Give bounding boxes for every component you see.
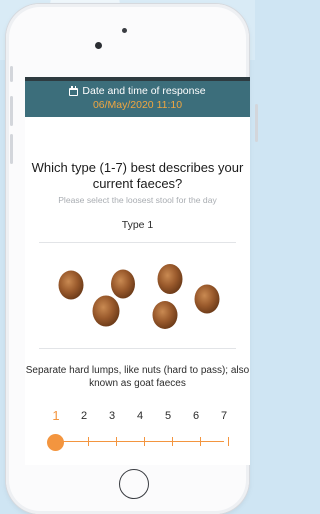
response-datetime: 06/May/2020 11:10 <box>92 99 183 111</box>
scale-option-6[interactable]: 6 <box>189 410 203 422</box>
mute-switch <box>10 66 13 82</box>
slider-tick <box>88 437 90 446</box>
slider-tick <box>144 437 146 446</box>
front-camera <box>95 42 102 49</box>
scale-option-4[interactable]: 4 <box>133 410 147 422</box>
response-datetime-banner: Date and time of response 06/May/2020 11… <box>25 77 250 117</box>
question-hint: Please select the loosest stool for the … <box>58 195 217 205</box>
stool-lump <box>111 269 135 299</box>
slider-tick <box>172 437 174 446</box>
type-description: Separate hard lumps, like nuts (hard to … <box>25 365 250 389</box>
divider <box>39 242 236 243</box>
home-button[interactable] <box>119 469 149 499</box>
stool-type-illustration <box>58 264 220 329</box>
phone-frame: Date and time of response 06/May/2020 11… <box>6 4 258 514</box>
question-text: Which type (1-7) best describes your cur… <box>31 160 244 191</box>
scale-option-5[interactable]: 5 <box>161 410 175 422</box>
volume-up-button <box>10 96 13 126</box>
scale-option-3[interactable]: 3 <box>105 410 119 422</box>
banner-title-row: Date and time of response <box>25 85 250 98</box>
calendar-icon <box>69 85 79 96</box>
app-screen: Date and time of response 06/May/2020 11… <box>25 77 250 465</box>
stool-lump <box>152 301 178 329</box>
slider-tick <box>116 437 118 446</box>
earpiece <box>122 28 127 33</box>
slider-thumb[interactable] <box>47 434 64 451</box>
banner-title: Date and time of response <box>82 85 206 97</box>
volume-down-button <box>10 134 13 164</box>
type-scale-slider[interactable]: 1 2 3 4 5 6 7 <box>25 408 250 451</box>
power-button <box>255 104 258 142</box>
stool-lump <box>194 284 220 314</box>
divider <box>39 348 236 349</box>
slider-tick <box>228 437 230 446</box>
scale-option-1[interactable]: 1 <box>49 408 63 423</box>
scale-option-2[interactable]: 2 <box>77 410 91 422</box>
stool-lump <box>157 264 183 294</box>
slider-tick <box>200 437 202 446</box>
selected-type-label: Type 1 <box>121 219 154 231</box>
scale-option-7[interactable]: 7 <box>217 410 231 422</box>
stool-lump <box>58 270 84 300</box>
stool-lump <box>92 295 120 327</box>
